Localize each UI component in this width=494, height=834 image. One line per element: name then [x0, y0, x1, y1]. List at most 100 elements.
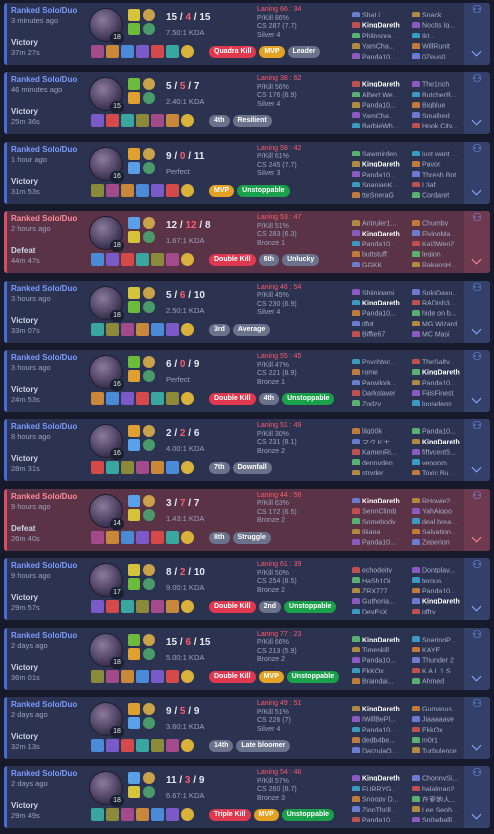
team-player[interactable]: Bigblue	[412, 97, 472, 108]
team-player[interactable]: Sn0wballl...	[412, 812, 472, 823]
match-row[interactable]: Ranked Solo/Duo 3 minutes ago Victory 37m 2…	[4, 3, 490, 65]
team-player[interactable]: fiftycent5...	[412, 444, 472, 455]
team-player[interactable]: Panda10...	[352, 305, 412, 316]
team-player[interactable]: MC Masi	[412, 326, 472, 337]
team-player[interactable]: ButcherB...	[412, 87, 472, 98]
team-player[interactable]: Darkslayer	[352, 385, 412, 396]
team-player[interactable]: dedb4be...	[352, 732, 412, 743]
team-player[interactable]: KingDareth	[352, 632, 412, 642]
team-player[interactable]: YahAigoo	[412, 503, 472, 514]
team-player[interactable]: Snack	[412, 7, 472, 18]
team-player[interactable]: Pavor	[412, 156, 472, 167]
team-player[interactable]: Panda10...	[352, 534, 412, 545]
team-player[interactable]: RHowie2...	[412, 493, 472, 504]
team-player[interactable]: IWillBePl...	[352, 711, 412, 722]
team-player[interactable]: Parwilork...	[352, 375, 412, 386]
team-player[interactable]: Zeperion	[412, 534, 472, 545]
team-player[interactable]: ShaLi	[352, 7, 412, 18]
team-player[interactable]: Panda10...	[352, 236, 412, 247]
team-player[interactable]: Zodzy	[352, 396, 412, 406]
team-player[interactable]: Toxic Bu...	[412, 465, 472, 476]
team-player[interactable]: KingDareth	[352, 76, 412, 87]
team-player[interactable]: Noctis Ig...	[412, 17, 472, 28]
team-player[interactable]: EkkOx	[412, 722, 472, 733]
team-player[interactable]: Biffie67	[352, 326, 412, 337]
team-player[interactable]: tteSneraG	[352, 187, 412, 198]
team-player[interactable]: Ahmed	[412, 673, 472, 684]
team-player[interactable]: DarzulaO...	[352, 743, 412, 753]
match-row[interactable]: Ranked Solo/Duo 3 hours ago Victory 33m 07s…	[4, 280, 490, 343]
team-player[interactable]: KingDareth	[352, 17, 412, 28]
team-player[interactable]: Jiaaaaaye	[412, 711, 472, 722]
team-player[interactable]: m0r1	[412, 732, 472, 743]
team-player[interactable]: Smallred	[412, 108, 472, 118]
team-player[interactable]: WillRunIt	[412, 38, 472, 49]
team-player[interactable]: Dontplay...	[412, 562, 472, 573]
match-row[interactable]: Ranked Solo/Duo 2 hours ago Defeat 44m 47s 1…	[4, 211, 490, 274]
team-player[interactable]: YamCha...	[352, 38, 412, 49]
team-player[interactable]: Philosora...	[352, 28, 412, 39]
share-icon[interactable]: ⚇	[464, 765, 490, 781]
team-player[interactable]: dfgt	[352, 316, 412, 327]
team-player[interactable]: looselegs	[412, 396, 472, 406]
team-player[interactable]: KingDareth	[352, 493, 412, 504]
team-player[interactable]: L3af	[412, 177, 472, 188]
team-player[interactable]: Gumasus...	[412, 701, 472, 712]
team-player[interactable]: Panda10...	[412, 375, 472, 386]
team-player[interactable]: KingDareth	[352, 156, 412, 167]
share-icon[interactable]: ⚇	[464, 2, 490, 18]
team-player[interactable]: Panda10...	[352, 167, 412, 177]
team-player[interactable]: Somebody	[352, 514, 412, 524]
team-player[interactable]: Timeskill	[352, 642, 412, 653]
team-player[interactable]: K A L 1 S	[412, 663, 472, 674]
team-player[interactable]: GGKK	[352, 257, 412, 268]
team-player[interactable]: SoloDaxu...	[412, 285, 472, 295]
team-player[interactable]: ChonnySi...	[412, 770, 472, 781]
team-player[interactable]: Shiinigami	[352, 285, 412, 295]
team-player[interactable]: BarbieWh...	[352, 118, 412, 129]
share-icon[interactable]: ⚇	[464, 141, 490, 157]
team-player[interactable]: gffry	[412, 604, 472, 615]
team-player[interactable]: Turbulence	[412, 743, 472, 753]
team-player[interactable]: YamCha...	[352, 108, 412, 118]
team-player[interactable]: HaSh1Qi	[352, 573, 412, 583]
team-player[interactable]: Albert We...	[352, 87, 412, 98]
team-player[interactable]: Psychtec...	[352, 354, 412, 365]
match-row[interactable]: Ranked Solo/Duo 46 minutes ago Victory 25m …	[4, 72, 490, 135]
team-player[interactable]: RakansH...	[412, 257, 472, 268]
match-row[interactable]: Ranked Solo/Duo 2 days ago Victory 36m 01s 1…	[4, 627, 490, 690]
team-player[interactable]: Lee Seoh...	[412, 802, 472, 812]
team-player[interactable]: FijisFinest	[412, 385, 472, 396]
team-player[interactable]: Antruler1...	[352, 215, 412, 226]
team-player[interactable]: KingDareth	[412, 364, 472, 375]
team-player[interactable]: Panda10...	[352, 722, 412, 733]
team-player[interactable]: KingDareth	[352, 295, 412, 306]
match-row[interactable]: Ranked Solo/Duo 1 hour ago Victory 31m 53s 1…	[4, 141, 490, 204]
match-row[interactable]: Ranked Solo/Duo 9 hours ago Defeat 26m 40s 1…	[4, 488, 490, 551]
team-player[interactable]: dennyden	[352, 455, 412, 465]
team-player[interactable]: deal brea...	[412, 514, 472, 524]
team-player[interactable]: rome	[352, 364, 412, 375]
match-row[interactable]: Ranked Solo/Duo 3 hours ago Victory 24m 53s…	[4, 350, 490, 412]
team-player[interactable]: RADish3...	[412, 295, 472, 306]
match-row[interactable]: Ranked Solo/Duo 2 days ago Victory 29m 49s 1…	[4, 766, 490, 829]
team-player[interactable]: lilg00k	[352, 423, 412, 434]
team-player[interactable]: The1nch	[412, 76, 472, 87]
share-icon[interactable]: ⚇	[464, 71, 490, 87]
team-player[interactable]: Braindai...	[352, 673, 412, 684]
team-player[interactable]: Kai3Wen2	[412, 236, 472, 247]
team-player[interactable]: tergus	[412, 573, 472, 583]
team-player[interactable]: Panda10...	[352, 97, 412, 108]
team-player[interactable]: just want ...	[412, 146, 472, 157]
share-icon[interactable]: ⚇	[464, 488, 490, 504]
share-icon[interactable]: ⚇	[464, 210, 490, 226]
team-player[interactable]: KingDareth	[352, 226, 412, 236]
team-player[interactable]: Thresh Bot	[412, 167, 472, 177]
team-player[interactable]: ZionThrill...	[352, 802, 412, 812]
team-player[interactable]: FURRYG...	[352, 781, 412, 792]
match-row[interactable]: Ranked Solo/Duo 8 hours ago Victory 28m 31s…	[4, 419, 490, 482]
team-player[interactable]: Panda10...	[352, 812, 412, 823]
team-player[interactable]: Thunder 2	[412, 652, 472, 663]
share-icon[interactable]: ⚇	[464, 696, 490, 712]
team-player[interactable]: KingDareth	[352, 701, 412, 712]
